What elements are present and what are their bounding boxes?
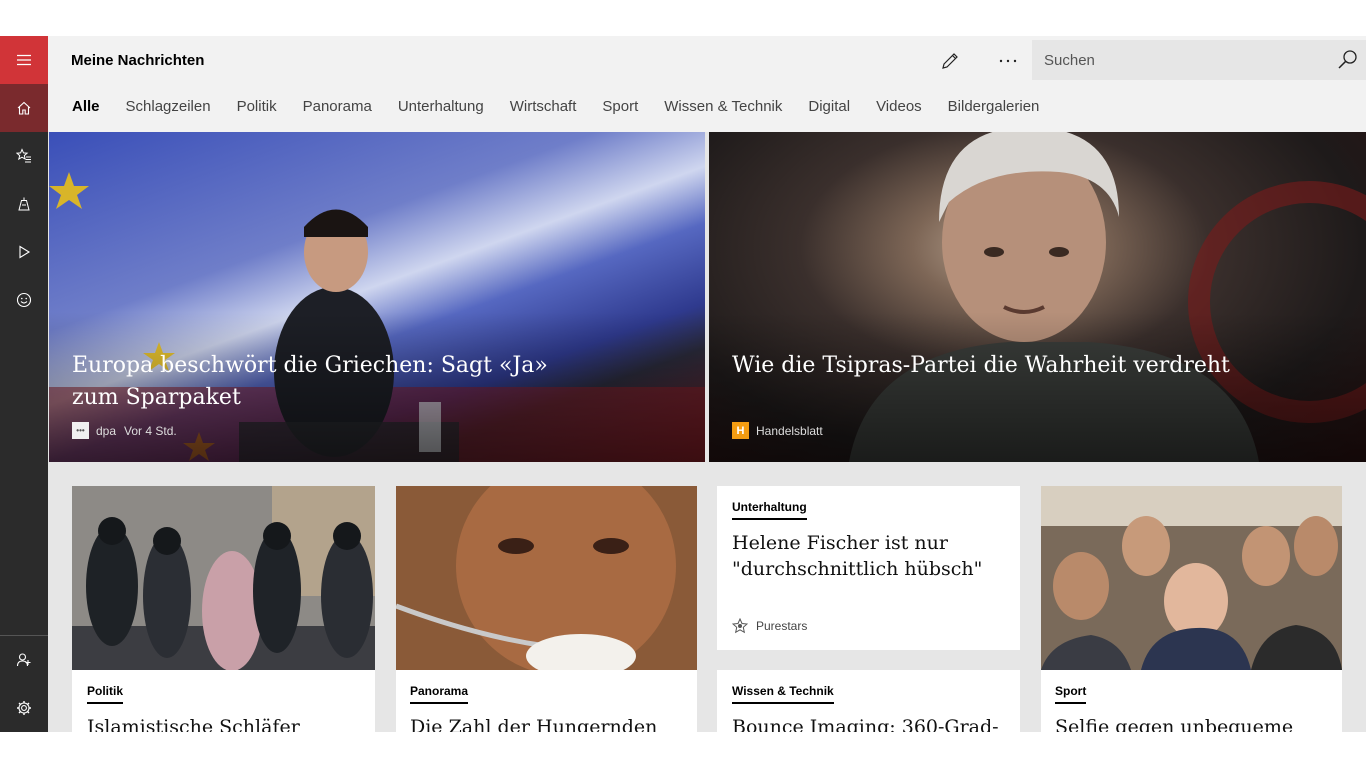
hero-shade <box>709 312 1366 462</box>
add-user-icon <box>16 653 31 667</box>
tab-bildergalerien[interactable]: Bildergalerien <box>948 98 1040 122</box>
search-input[interactable] <box>1032 40 1322 80</box>
hamburger-icon <box>17 54 31 66</box>
sidebar <box>0 36 48 732</box>
sidebar-item-videos[interactable] <box>0 228 48 276</box>
tab-digital[interactable]: Digital <box>808 98 850 122</box>
edit-button[interactable] <box>930 46 970 76</box>
news-app-window: Meine Nachrichten Alle Schlagzeilen Poli… <box>0 36 1366 732</box>
sidebar-item-home[interactable] <box>0 84 48 132</box>
article-image <box>72 486 375 670</box>
card-category: Politik <box>87 684 124 704</box>
more-options-button[interactable] <box>988 46 1028 76</box>
hero-article[interactable]: Europa beschwört die Griechen: Sagt «Ja»… <box>49 132 705 462</box>
category-tabs: Alle Schlagzeilen Politik Panorama Unter… <box>72 98 1065 122</box>
sidebar-item-local[interactable] <box>0 180 48 228</box>
article-image <box>396 486 697 670</box>
sidebar-item-favorites[interactable] <box>0 132 48 180</box>
source-name: Purestars <box>756 619 808 633</box>
card-title[interactable]: Bounce Imaging: 360-Grad- <box>732 714 1012 732</box>
sidebar-item-entertainment[interactable] <box>0 276 48 324</box>
tab-unterhaltung[interactable]: Unterhaltung <box>398 98 484 122</box>
article-card[interactable]: Sport Selfie gegen unbequeme <box>1041 486 1342 732</box>
card-category: Wissen & Technik <box>732 684 834 704</box>
hero-article[interactable]: Wie die Tsipras-Partei die Wahrheit verd… <box>709 132 1366 462</box>
handelsblatt-logo-icon: H <box>732 422 749 439</box>
card-title[interactable]: Islamistische Schläfer <box>87 714 367 732</box>
pencil-icon <box>942 53 958 69</box>
source-name: Handelsblatt <box>756 423 823 438</box>
settings-gear-icon <box>17 701 31 715</box>
app-title: Meine Nachrichten <box>71 52 205 69</box>
sidebar-item-account[interactable] <box>0 636 48 684</box>
tab-wirtschaft[interactable]: Wirtschaft <box>510 98 577 122</box>
search-icon <box>1338 50 1357 69</box>
article-card[interactable]: Panorama Die Zahl der Hungernden hat <box>396 486 697 732</box>
tab-alle[interactable]: Alle <box>72 98 100 122</box>
card-title[interactable]: Selfie gegen unbequeme <box>1055 714 1335 732</box>
article-card[interactable]: Wissen & Technik Bounce Imaging: 360-Gra… <box>717 670 1020 732</box>
article-card[interactable]: Politik Islamistische Schläfer <box>72 486 375 732</box>
purestars-logo-icon <box>732 618 748 634</box>
tab-sport[interactable]: Sport <box>602 98 638 122</box>
article-time: Vor 4 Std. <box>124 423 177 438</box>
card-title[interactable]: Helene Fischer ist nur "durchschnittlich… <box>732 530 1012 582</box>
card-source: Purestars <box>732 618 807 634</box>
smiley-icon <box>16 292 32 308</box>
hero-headline[interactable]: Europa beschwört die Griechen: Sagt «Ja»… <box>72 350 592 414</box>
dpa-logo-icon: ••• <box>72 422 89 439</box>
tab-panorama[interactable]: Panorama <box>303 98 372 122</box>
card-category: Unterhaltung <box>732 500 807 520</box>
tab-schlagzeilen[interactable]: Schlagzeilen <box>126 98 211 122</box>
hero-source: H Handelsblatt <box>732 422 823 439</box>
more-dots-icon <box>999 59 1017 63</box>
sidebar-item-settings[interactable] <box>0 684 48 732</box>
hamburger-menu-button[interactable] <box>0 36 48 84</box>
card-category: Sport <box>1055 684 1087 704</box>
source-name: dpa <box>96 423 117 438</box>
search-box <box>1032 40 1366 80</box>
local-news-icon <box>18 197 30 211</box>
tab-politik[interactable]: Politik <box>237 98 277 122</box>
header-bar: Meine Nachrichten Alle Schlagzeilen Poli… <box>48 36 1366 132</box>
article-image <box>1041 486 1342 670</box>
card-title[interactable]: Die Zahl der Hungernden hat <box>410 714 690 732</box>
card-category: Panorama <box>410 684 469 704</box>
article-card[interactable]: Unterhaltung Helene Fischer ist nur "dur… <box>717 486 1020 650</box>
hero-source: ••• dpa Vor 4 Std. <box>72 422 177 439</box>
video-play-icon <box>19 245 31 259</box>
favorites-star-icon <box>16 148 31 163</box>
search-button[interactable] <box>1336 48 1360 72</box>
home-icon <box>17 101 31 115</box>
tab-videos[interactable]: Videos <box>876 98 922 122</box>
tab-wissen-technik[interactable]: Wissen & Technik <box>664 98 782 122</box>
hero-headline[interactable]: Wie die Tsipras-Partei die Wahrheit verd… <box>732 350 1252 382</box>
